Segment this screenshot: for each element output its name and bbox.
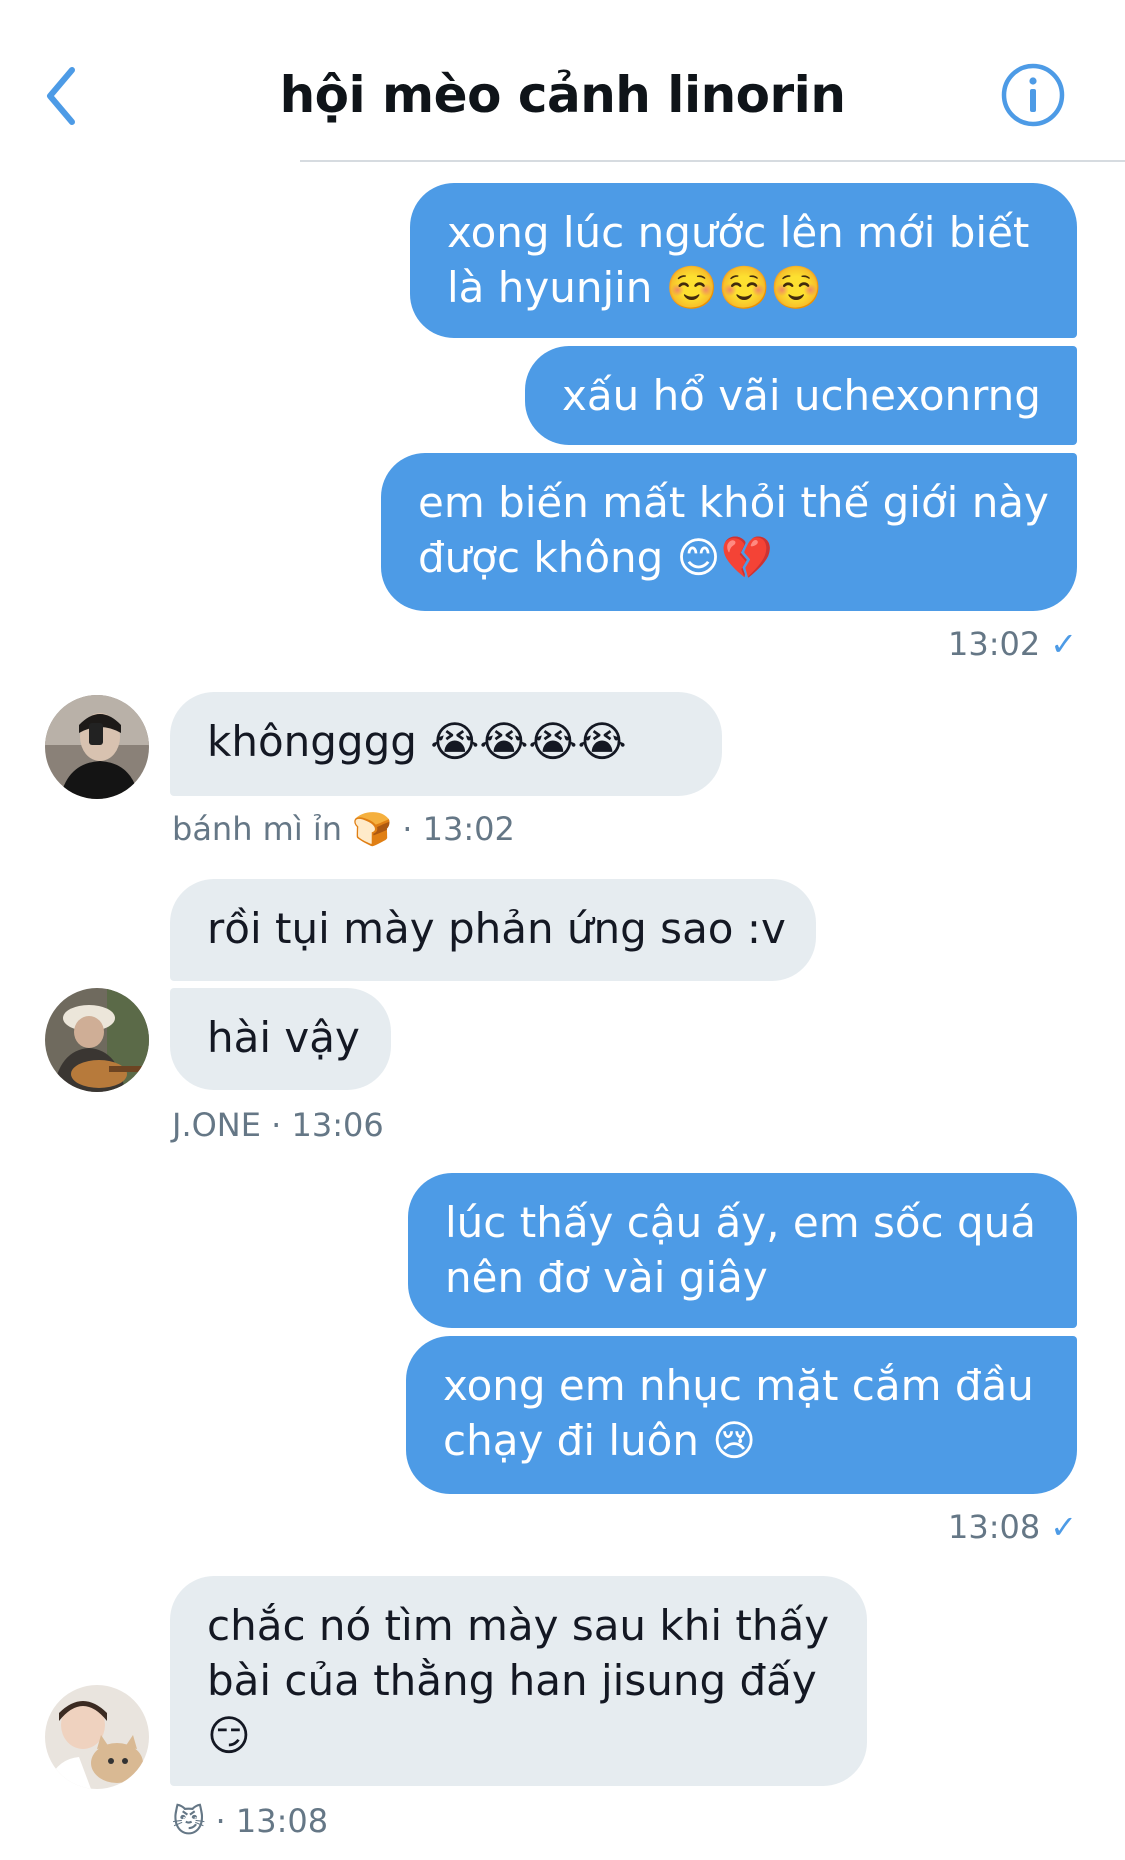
timestamp: · 13:06 bbox=[271, 1106, 384, 1144]
avatar[interactable] bbox=[45, 988, 149, 1092]
sender-name: J.ONE bbox=[172, 1106, 261, 1144]
message-bubble[interactable]: xong em nhục mặt cắm đầu chạy đi luôn 😢 bbox=[406, 1336, 1077, 1494]
message-bubble[interactable]: khôngggg 😭😭😭😭 bbox=[170, 692, 722, 796]
info-button[interactable] bbox=[1000, 62, 1066, 128]
message-meta: 13:02 ✓ bbox=[948, 625, 1077, 663]
message-text: nên đơ vài giây bbox=[445, 1253, 768, 1302]
timestamp: · 13:08 bbox=[215, 1802, 329, 1840]
message-bubble[interactable]: xấu hổ vãi uchexonrng bbox=[525, 346, 1077, 445]
conversation-title[interactable]: hội mèo cảnh linorin bbox=[0, 66, 1125, 124]
timestamp: 13:08 bbox=[947, 1508, 1041, 1546]
message-text: xấu hổ vãi uchexonrng bbox=[562, 371, 1041, 420]
avatar[interactable] bbox=[45, 1685, 149, 1789]
message-bubble[interactable]: hài vậy bbox=[170, 988, 391, 1090]
conversation-header: hội mèo cảnh linorin bbox=[0, 0, 1125, 162]
timestamp: · 13:02 bbox=[402, 810, 515, 848]
user-avatar-icon bbox=[45, 1685, 149, 1789]
user-avatar-icon bbox=[45, 695, 149, 799]
message-bubble[interactable]: lúc thấy cậu ấy, em sốc quá nên đơ vài g… bbox=[408, 1173, 1077, 1328]
message-text: bài của thằng han jisung đấy bbox=[207, 1656, 817, 1705]
timestamp: 13:02 bbox=[947, 625, 1041, 663]
message-text: hài vậy bbox=[207, 1013, 360, 1062]
avatar[interactable] bbox=[45, 695, 149, 799]
message-text: xong em nhục mặt cắm đầu bbox=[443, 1361, 1034, 1410]
message-text: xong lúc ngước lên mới biết bbox=[447, 208, 1030, 257]
message-bubble[interactable]: em biến mất khỏi thế giới này được không… bbox=[381, 453, 1077, 611]
sender-name: bánh mì ỉn 🍞 bbox=[172, 810, 393, 848]
message-text: 😏 bbox=[207, 1711, 251, 1760]
message-text: chắc nó tìm mày sau khi thấy bbox=[207, 1601, 830, 1650]
message-bubble[interactable]: chắc nó tìm mày sau khi thấy bài của thằ… bbox=[170, 1576, 867, 1786]
message-meta: bánh mì ỉn 🍞 · 13:02 bbox=[172, 810, 515, 848]
message-meta: 13:08 ✓ bbox=[948, 1508, 1077, 1546]
sender-name: 😼 bbox=[172, 1802, 206, 1840]
message-bubble[interactable]: xong lúc ngước lên mới biết là hyunjin ☺… bbox=[410, 183, 1077, 338]
checkmark-icon: ✓ bbox=[1050, 625, 1077, 663]
message-meta: 😼 · 13:08 bbox=[172, 1802, 328, 1840]
message-text: là hyunjin ☺️☺️☺️ bbox=[447, 263, 823, 312]
message-text: chạy đi luôn 😢 bbox=[443, 1416, 757, 1465]
header-divider bbox=[300, 160, 1125, 162]
message-text: lúc thấy cậu ấy, em sốc quá bbox=[445, 1198, 1036, 1247]
info-icon bbox=[1001, 63, 1065, 127]
message-text: rồi tụi mày phản ứng sao :v bbox=[207, 904, 786, 953]
user-avatar-icon bbox=[45, 988, 149, 1092]
message-bubble[interactable]: rồi tụi mày phản ứng sao :v bbox=[170, 879, 816, 981]
message-text: em biến mất khỏi thế giới này bbox=[418, 478, 1049, 527]
message-text: được không 😊💔 bbox=[418, 533, 773, 582]
checkmark-icon: ✓ bbox=[1050, 1508, 1077, 1546]
message-meta: J.ONE · 13:06 bbox=[172, 1106, 384, 1144]
message-text: khôngggg 😭😭😭😭 bbox=[207, 717, 627, 766]
